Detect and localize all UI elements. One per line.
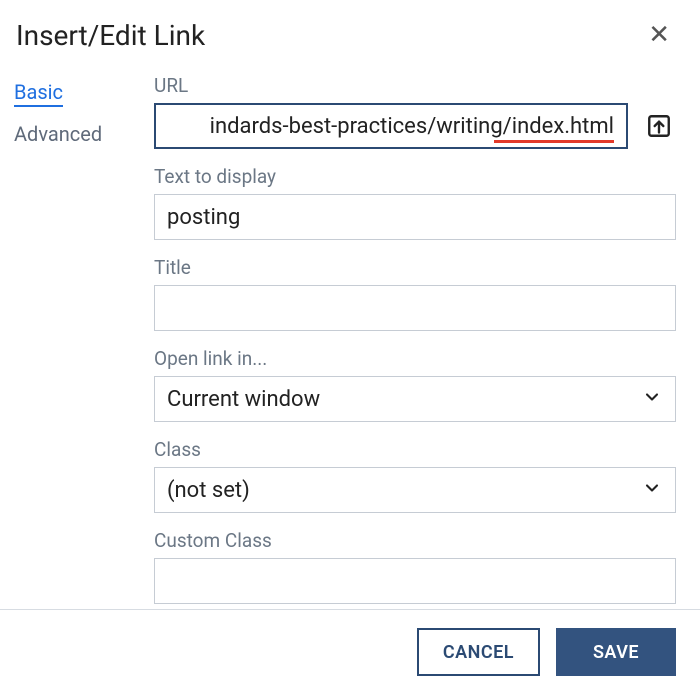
class-value: (not set)	[154, 467, 676, 513]
dialog-body: Basic Advanced URL	[14, 74, 676, 620]
class-label: Class	[154, 438, 676, 461]
field-url: URL	[154, 74, 676, 149]
title-input[interactable]	[154, 285, 676, 331]
custom-class-input[interactable]	[154, 558, 676, 604]
open-link-in-value: Current window	[154, 376, 676, 422]
dialog-title: Insert/Edit Link	[16, 19, 205, 52]
sidebar: Basic Advanced	[14, 74, 154, 620]
class-select[interactable]: (not set)	[154, 467, 676, 513]
insert-edit-link-dialog: Insert/Edit Link ✕ Basic Advanced URL	[0, 0, 700, 700]
url-label: URL	[154, 74, 676, 97]
open-link-icon[interactable]	[642, 109, 676, 143]
open-link-in-select[interactable]: Current window	[154, 376, 676, 422]
field-text-to-display: Text to display	[154, 165, 676, 240]
open-link-in-label: Open link in...	[154, 347, 676, 370]
field-title: Title	[154, 256, 676, 331]
field-open-link-in: Open link in... Current window	[154, 347, 676, 422]
title-label: Title	[154, 256, 676, 279]
dialog-footer: CANCEL SAVE	[0, 609, 700, 676]
save-button[interactable]: SAVE	[556, 628, 676, 676]
field-class: Class (not set)	[154, 438, 676, 513]
text-to-display-label: Text to display	[154, 165, 676, 188]
dialog-header: Insert/Edit Link ✕	[14, 18, 676, 52]
close-icon[interactable]: ✕	[642, 18, 676, 52]
form: URL Text to displa	[154, 74, 676, 620]
tab-advanced[interactable]: Advanced	[14, 118, 154, 152]
field-custom-class: Custom Class	[154, 529, 676, 604]
tab-basic[interactable]: Basic	[14, 76, 154, 110]
text-to-display-input[interactable]	[154, 194, 676, 240]
cancel-button[interactable]: CANCEL	[417, 628, 540, 676]
custom-class-label: Custom Class	[154, 529, 676, 552]
spellcheck-underline	[494, 140, 614, 143]
